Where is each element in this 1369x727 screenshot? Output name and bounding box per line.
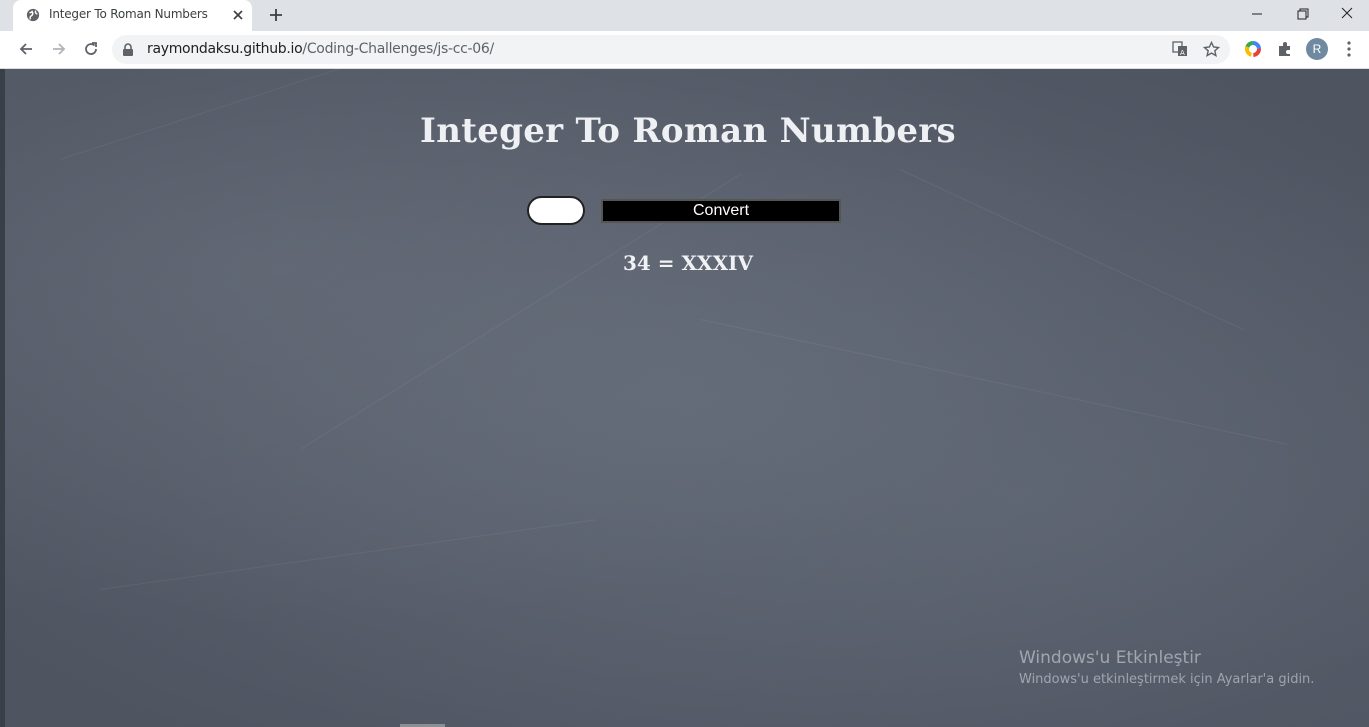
extensions-puzzle-icon[interactable] (1276, 40, 1294, 58)
tab-title: Integer To Roman Numbers (49, 7, 208, 21)
color-wheel-extension-icon[interactable] (1244, 40, 1262, 58)
new-tab-icon[interactable] (267, 6, 285, 24)
globe-icon (26, 8, 40, 22)
chalkboard-scratch (899, 169, 1245, 331)
conversion-result: 34 = XXXIV (623, 251, 753, 275)
restore-icon (1297, 8, 1309, 20)
bookmark-star-icon[interactable] (1203, 41, 1220, 58)
chalkboard-scratch (699, 319, 1287, 445)
page-title: Integer To Roman Numbers (420, 111, 956, 151)
browser-tab[interactable]: Integer To Roman Numbers (13, 0, 252, 31)
browser-toolbar: raymondaksu.github.io/Coding-Challenges/… (0, 31, 1369, 68)
url-text: raymondaksu.github.io/Coding-Challenges/… (147, 41, 494, 57)
chalkboard-scratch (99, 519, 596, 590)
tab-strip: Integer To Roman Numbers (0, 0, 1369, 31)
minimize-icon (1252, 13, 1262, 15)
close-icon (1341, 7, 1353, 19)
reload-icon[interactable] (82, 40, 100, 58)
profile-avatar[interactable]: R (1306, 38, 1328, 60)
convert-button[interactable]: Convert (601, 199, 841, 223)
menu-kebab-icon[interactable] (1342, 40, 1356, 58)
left-edge-strip (0, 69, 5, 727)
watermark-subtitle: Windows'u etkinleştirmek için Ayarlar'a … (1019, 672, 1315, 687)
page-content: Integer To Roman Numbers Convert 34 = XX… (0, 69, 1369, 727)
translate-icon[interactable]: A (1172, 41, 1188, 57)
svg-text:A: A (1180, 49, 1185, 57)
restore-button[interactable] (1279, 0, 1325, 28)
minimize-button[interactable] (1233, 0, 1279, 28)
windows-activation-watermark: Windows'u Etkinleştir Windows'u etkinleş… (1019, 648, 1314, 687)
number-input[interactable] (527, 196, 585, 225)
back-icon[interactable] (17, 40, 35, 58)
watermark-title: Windows'u Etkinleştir (1019, 648, 1201, 668)
address-bar[interactable]: raymondaksu.github.io/Coding-Challenges/… (112, 35, 1230, 64)
forward-icon[interactable] (50, 40, 68, 58)
lock-icon[interactable] (122, 43, 134, 57)
close-window-button[interactable] (1323, 0, 1369, 28)
close-tab-icon[interactable] (231, 8, 245, 22)
